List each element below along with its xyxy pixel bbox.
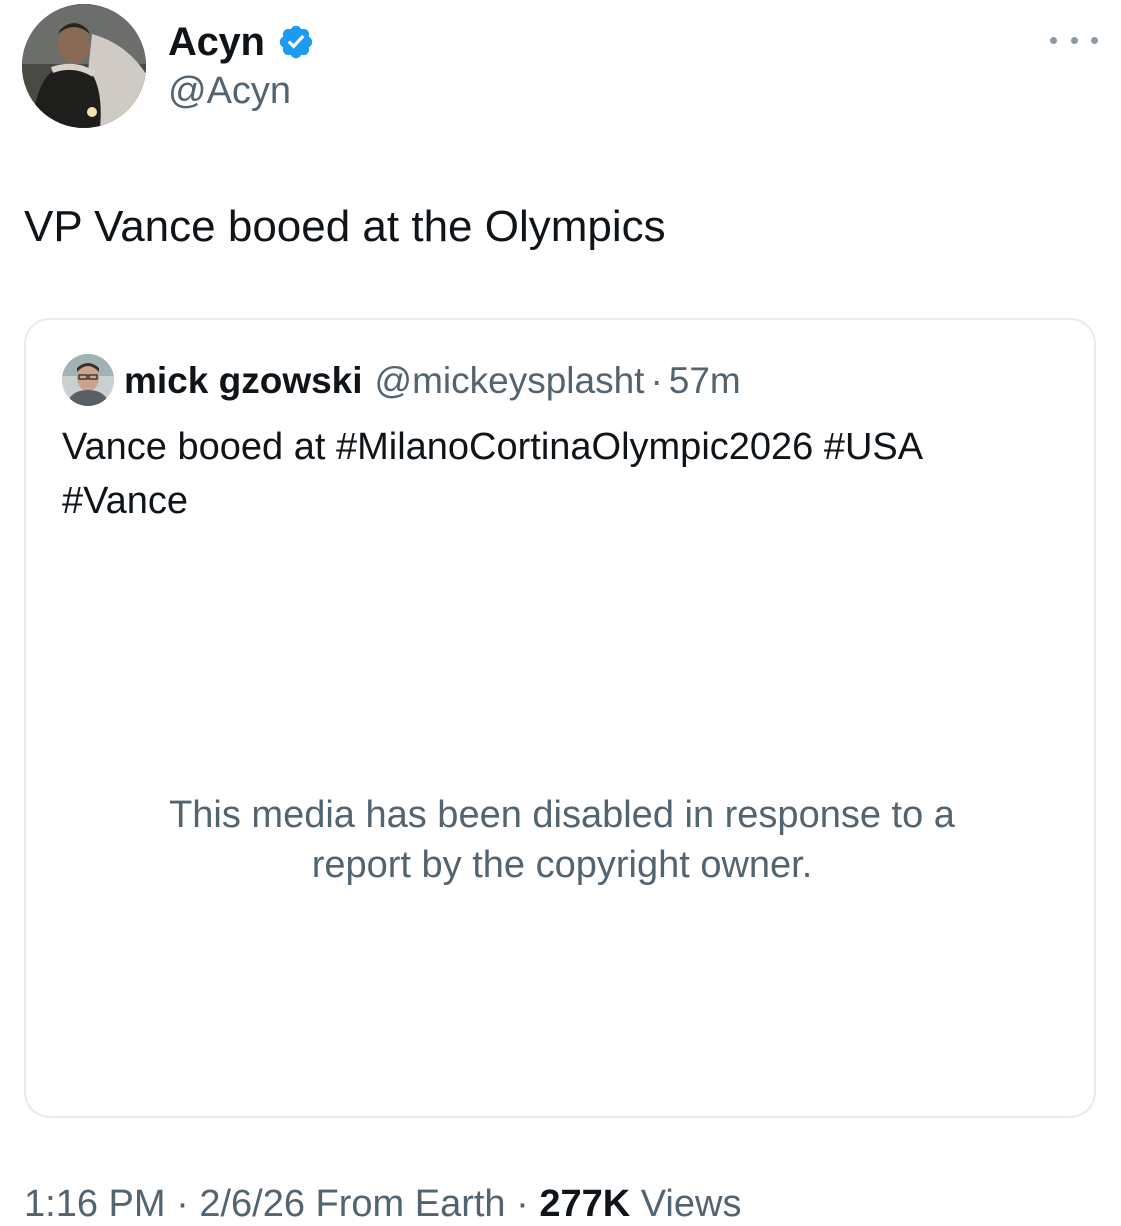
separator-dot: · [650, 360, 663, 401]
tweet-source: From Earth [315, 1183, 506, 1225]
more-dot [1091, 36, 1098, 44]
quoted-tweet-card[interactable]: mick gzowski @mickeysplasht · 57m Vance … [24, 318, 1096, 1118]
more-dot [1050, 36, 1057, 44]
tweet-meta: 1:16 PM · 2/6/26 From Earth · 277K Views [24, 1182, 741, 1226]
author-handle[interactable]: @Acyn [168, 70, 291, 113]
author-name-row: Acyn [168, 16, 315, 68]
quoted-tweet-text-line: #Vance [62, 480, 189, 522]
media-disabled-notice: This media has been disabled in response… [26, 790, 1098, 890]
author-avatar[interactable] [22, 4, 146, 128]
quoted-tweet-text: Vance booed at #MilanoCortinaOlympic2026… [62, 420, 1072, 528]
quoted-tweet-header: mick gzowski @mickeysplasht · 57m [124, 356, 741, 406]
media-notice-line: This media has been disabled in response… [169, 794, 955, 836]
quoted-tweet-time[interactable]: 57m [669, 360, 741, 402]
verified-badge-icon [277, 23, 315, 61]
quoted-tweet-text-line: Vance booed at #MilanoCortinaOlympic2026… [62, 426, 924, 468]
tweet-text: VP Vance booed at the Olympics [24, 202, 666, 251]
tweet-time[interactable]: 1:16 PM [24, 1183, 166, 1225]
author-name[interactable]: Acyn [168, 20, 265, 65]
separator-dot: · [516, 1183, 529, 1225]
separator-dot: · [176, 1183, 189, 1225]
media-notice-line: report by the copyright owner. [311, 844, 813, 886]
quoted-author-name[interactable]: mick gzowski [124, 360, 363, 402]
tweet: Acyn @Acyn VP Vance booed at the Olympic… [0, 0, 1121, 1225]
views-count: 277K [539, 1183, 631, 1225]
tweet-date[interactable]: 2/6/26 [199, 1183, 305, 1225]
more-dot [1070, 36, 1078, 44]
quoted-author-handle[interactable]: @mickeysplasht [375, 360, 645, 402]
quoted-author-avatar[interactable] [62, 354, 114, 406]
more-options-icon[interactable] [1050, 28, 1098, 52]
views-label: Views [640, 1183, 742, 1225]
